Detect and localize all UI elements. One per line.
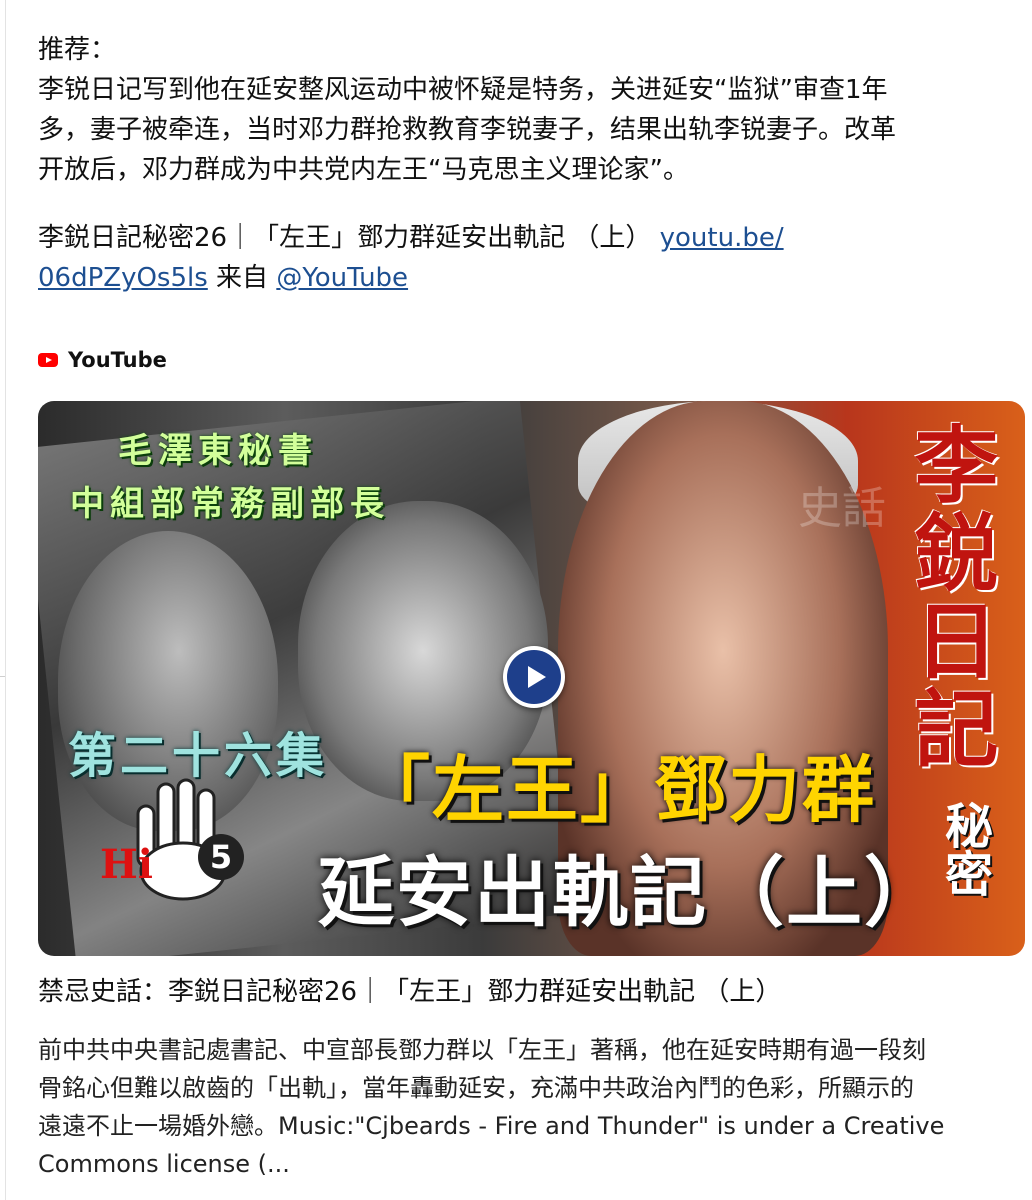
thread-tick	[0, 676, 5, 677]
thread-line	[5, 0, 6, 1200]
thumbnail-sub-title: 延安出軌記（上）	[318, 848, 942, 937]
post-label: 推荐：	[38, 35, 117, 65]
hi-text: Hi	[100, 841, 153, 888]
link-source: YouTube	[38, 348, 1023, 372]
post: 推荐： 李锐日记写到他在延安整风运动中被怀疑是特务，关进延安“监狱”审查1年 多…	[38, 30, 1023, 372]
series-title: 李鋭日記	[901, 421, 1000, 773]
play-icon	[507, 650, 561, 704]
share-line: 李鋭日記秘密26｜「左王」鄧力群延安出軌記 （上） youtu.be/06dPZ…	[38, 218, 1023, 298]
youtube-logo-icon	[38, 353, 58, 367]
share-text: 李鋭日記秘密26｜「左王」鄧力群延安出軌記 （上）	[38, 223, 660, 253]
secret-label: 秘密	[936, 801, 992, 897]
post-body: 李锐日记写到他在延安整风运动中被怀疑是特务，关进延安“监狱”审查1年 多，妻子被…	[38, 75, 897, 185]
thumbnail-caption-1: 毛澤東秘書	[118, 431, 318, 471]
from-text: 来自	[207, 263, 277, 293]
thumbnail-main-title: 「左王」鄧力群	[358, 748, 877, 832]
source-name: YouTube	[68, 348, 167, 372]
video-title[interactable]: 禁忌史話：李鋭日記秘密26｜「左王」鄧力群延安出軌記 （上）	[38, 972, 781, 1012]
video-thumbnail[interactable]: 史話 毛澤東秘書 中組部常務副部長 第二十六集 Hi 5 「左王」鄧力群 延安出…	[38, 401, 1025, 956]
play-button[interactable]	[503, 646, 565, 708]
youtube-mention[interactable]: @YouTube	[276, 263, 408, 293]
video-description: 前中共中央書記處書記、中宣部長鄧力群以「左王」著稱，他在延安時期有過一段刻 骨銘…	[38, 1036, 945, 1178]
thumbnail-caption-2: 中組部常務副部長	[70, 484, 390, 524]
five-badge: 5	[198, 834, 244, 880]
hi5-logo: Hi 5	[88, 776, 268, 916]
